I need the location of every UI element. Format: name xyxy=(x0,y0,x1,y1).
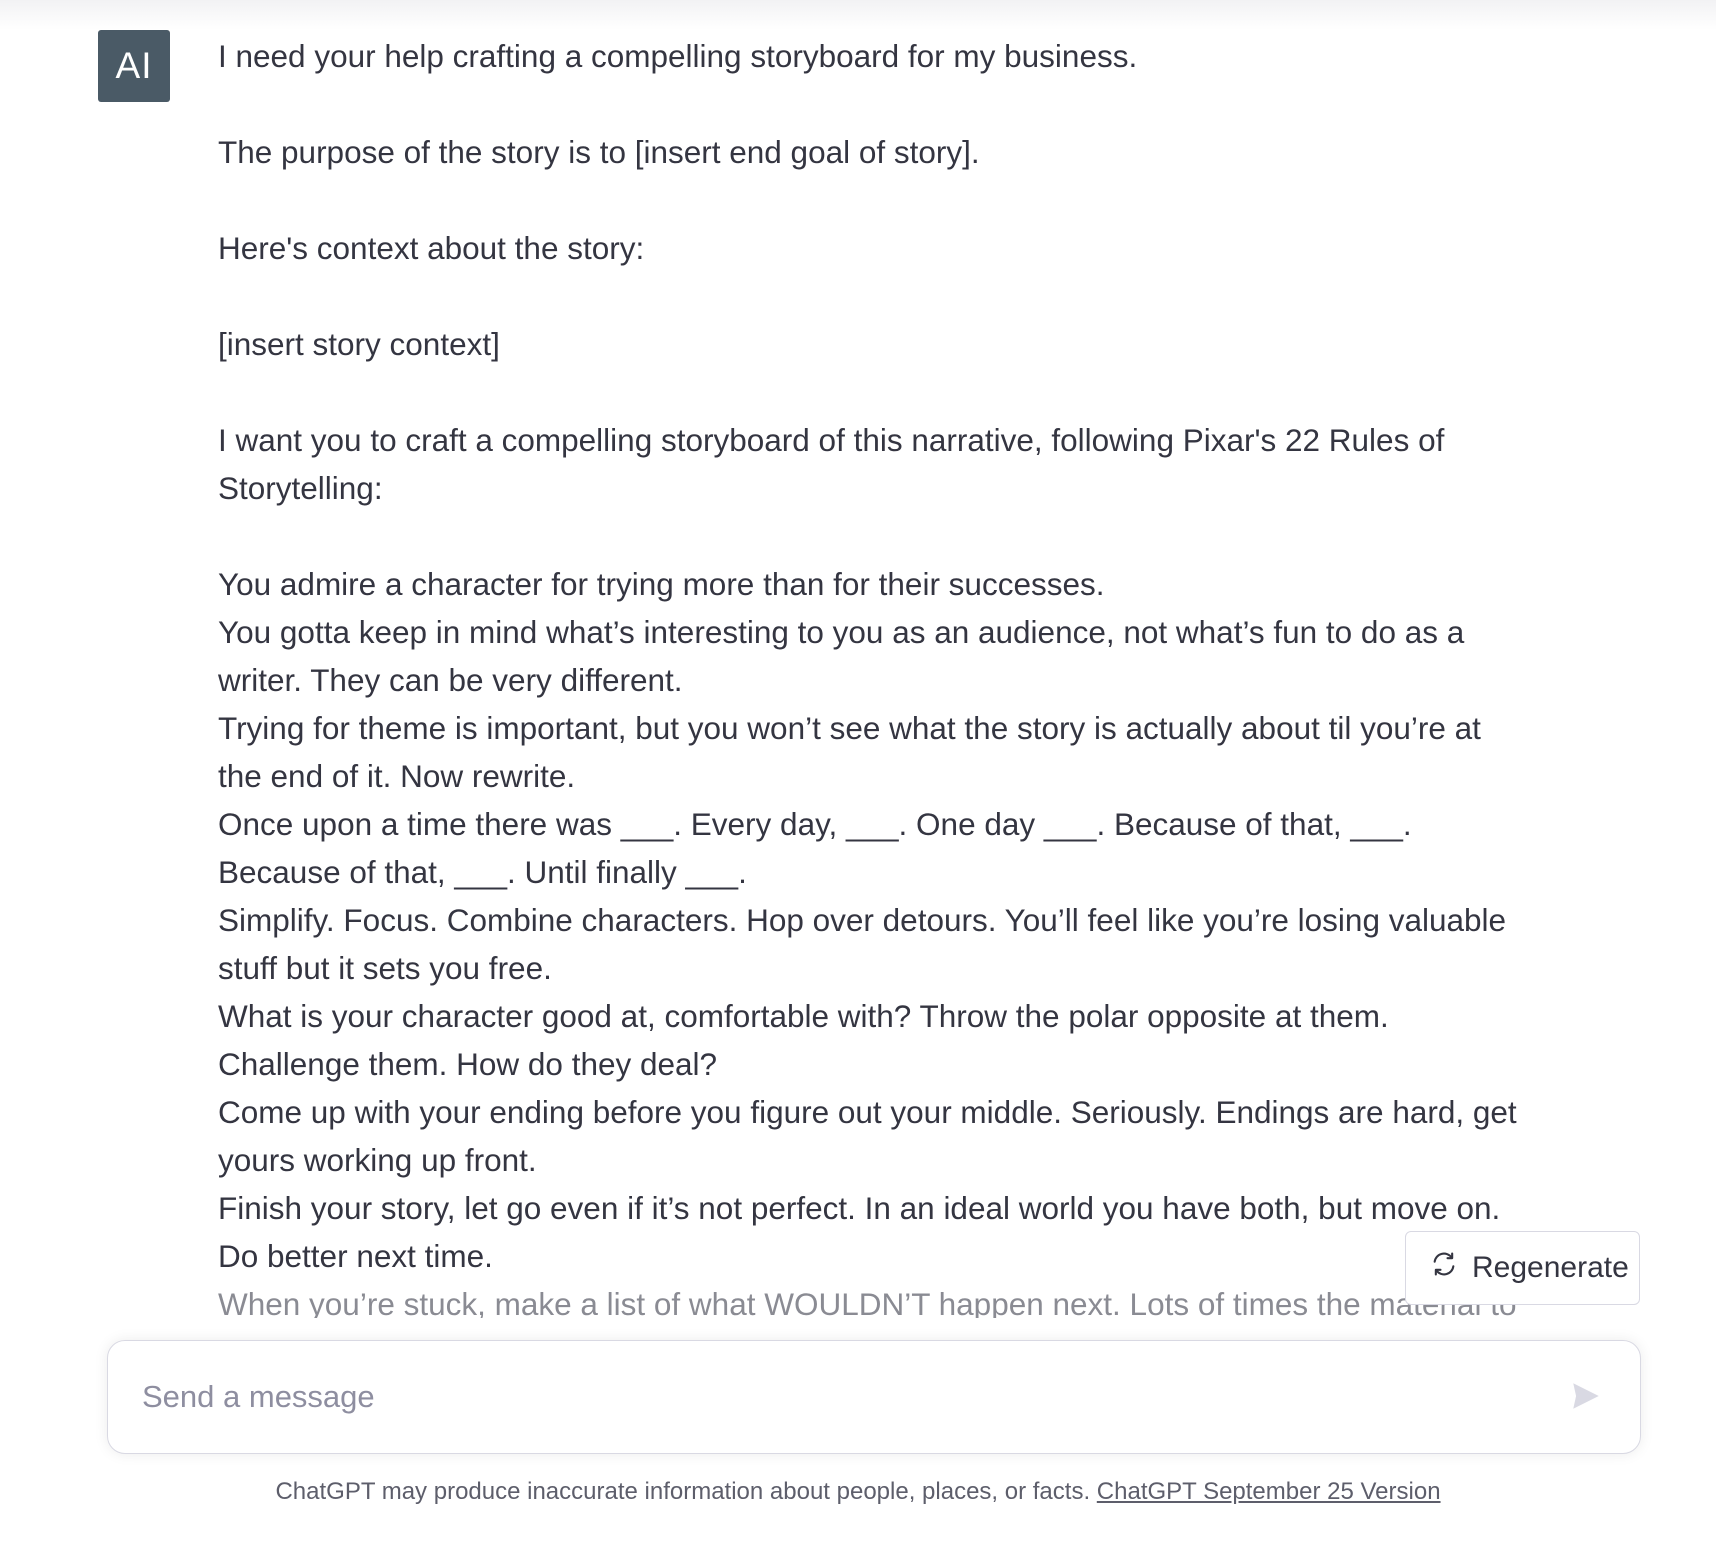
message-purpose: The purpose of the story is to [insert e… xyxy=(218,134,980,170)
top-fade xyxy=(0,0,1716,30)
version-link[interactable]: ChatGPT September 25 Version xyxy=(1097,1478,1441,1505)
chat-page: AI I need your help crafting a compellin… xyxy=(0,0,1716,1560)
avatar-label: AI xyxy=(115,45,153,86)
rule-item: Once upon a time there was ___. Every da… xyxy=(218,806,1421,890)
user-message: I need your help crafting a compelling s… xyxy=(218,32,1528,1332)
rule-item: Trying for theme is important, but you w… xyxy=(218,710,1490,794)
user-avatar: AI xyxy=(98,30,170,102)
message-composer xyxy=(107,1340,1641,1454)
footer-disclaimer: ChatGPT may produce inaccurate informati… xyxy=(275,1478,1091,1505)
rule-item: You gotta keep in mind what’s interestin… xyxy=(218,614,1474,698)
rule-item: You admire a character for trying more t… xyxy=(218,566,1105,602)
rules-list: You admire a character for trying more t… xyxy=(218,560,1528,1328)
regenerate-label: Regenerate xyxy=(1472,1251,1629,1284)
send-button[interactable] xyxy=(1562,1374,1610,1422)
footer: ChatGPT may produce inaccurate informati… xyxy=(0,1478,1716,1506)
rule-item: What is your character good at, comforta… xyxy=(218,998,1398,1082)
message-input[interactable] xyxy=(140,1371,1544,1423)
rule-item: Come up with your ending before you figu… xyxy=(218,1094,1526,1178)
refresh-icon xyxy=(1430,1250,1458,1286)
rule-item: Finish your story, let go even if it’s n… xyxy=(218,1190,1510,1274)
message-context-label: Here's context about the story: xyxy=(218,230,645,266)
rule-item: Simplify. Focus. Combine characters. Hop… xyxy=(218,902,1515,986)
regenerate-button[interactable]: Regenerate xyxy=(1405,1231,1640,1305)
message-instruction: I want you to craft a compelling storybo… xyxy=(218,422,1454,506)
message-context-placeholder: [insert story context] xyxy=(218,326,500,362)
message-intro: I need your help crafting a compelling s… xyxy=(218,38,1138,74)
send-icon xyxy=(1569,1379,1603,1418)
